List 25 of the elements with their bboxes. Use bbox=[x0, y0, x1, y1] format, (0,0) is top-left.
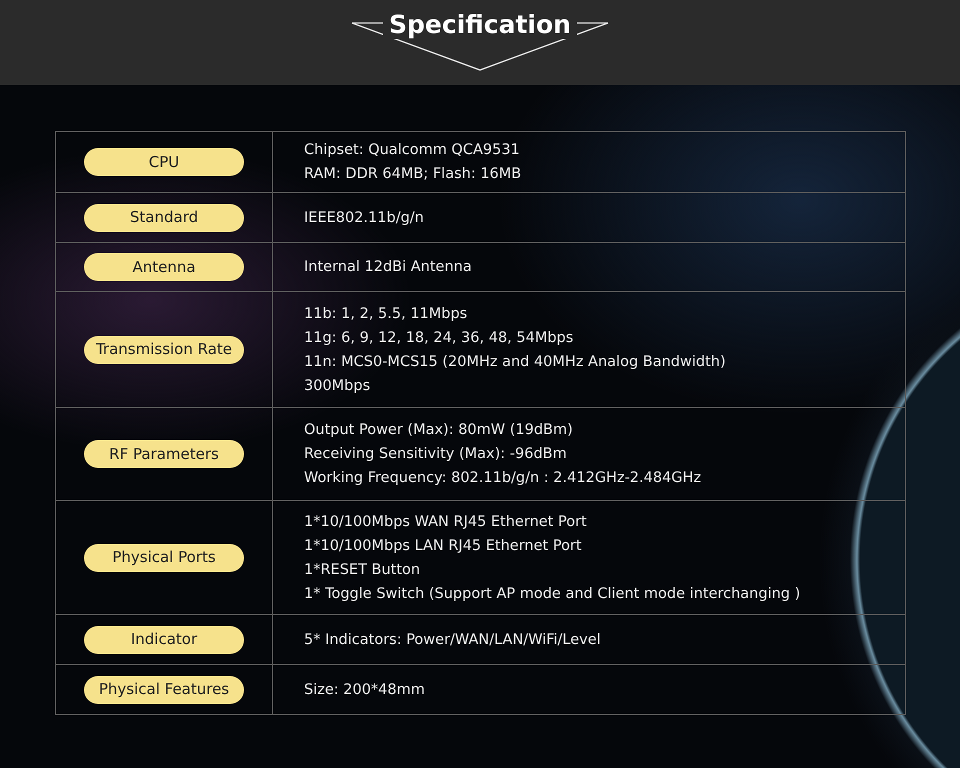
spec-value: 11g: 6, 9, 12, 18, 24, 36, 48, 54Mbps bbox=[304, 328, 574, 348]
spec-value: 11b: 1, 2, 5.5, 11Mbps bbox=[304, 304, 468, 324]
spec-label: Transmission Rate bbox=[84, 336, 244, 364]
spec-value: 11n: MCS0-MCS15 (20MHz and 40MHz Analog Bandwidth) bbox=[304, 352, 726, 372]
spec-value: 1*10/100Mbps LAN RJ45 Ethernet Port bbox=[304, 536, 583, 556]
spec-label: Antenna bbox=[84, 253, 244, 281]
spec-value: 1* Toggle Switch (Support AP mode and Client mode interchanging ) bbox=[304, 584, 800, 604]
spec-value: Internal 12dBi Antenna bbox=[304, 258, 472, 277]
spec-label: CPU bbox=[84, 148, 244, 176]
spec-value: IEEE802.11b/g/n bbox=[304, 208, 424, 228]
spec-label: Indicator bbox=[84, 626, 244, 654]
spec-label: Physical Ports bbox=[84, 544, 244, 572]
spec-value: Receiving Sensitivity (Max): -96dBm bbox=[304, 445, 568, 464]
spec-value: 5* Indicators: Power/WAN/LAN/WiFi/Level bbox=[304, 630, 601, 650]
spec-value: 300Mbps bbox=[304, 376, 372, 396]
spec-value: Output Power (Max): 80mW (19dBm) bbox=[304, 421, 574, 440]
spec-label: RF Parameters bbox=[84, 440, 244, 468]
spec-value: Chipset: Qualcomm QCA9531 bbox=[304, 141, 521, 160]
spec-label: Physical Features bbox=[84, 676, 244, 704]
spec-value: 1*RESET Button bbox=[304, 560, 422, 580]
spec-value: RAM: DDR 64MB; Flash: 16MB bbox=[304, 165, 522, 184]
spec-value: Size: 200*48mm bbox=[304, 680, 425, 700]
spec-value: 1*10/100Mbps WAN RJ45 Ethernet Port bbox=[304, 512, 588, 532]
spec-label: Standard bbox=[84, 204, 244, 232]
spec-value: Working Frequency: 802.11b/g/n : 2.412GHz-2.484GHz bbox=[304, 469, 702, 488]
